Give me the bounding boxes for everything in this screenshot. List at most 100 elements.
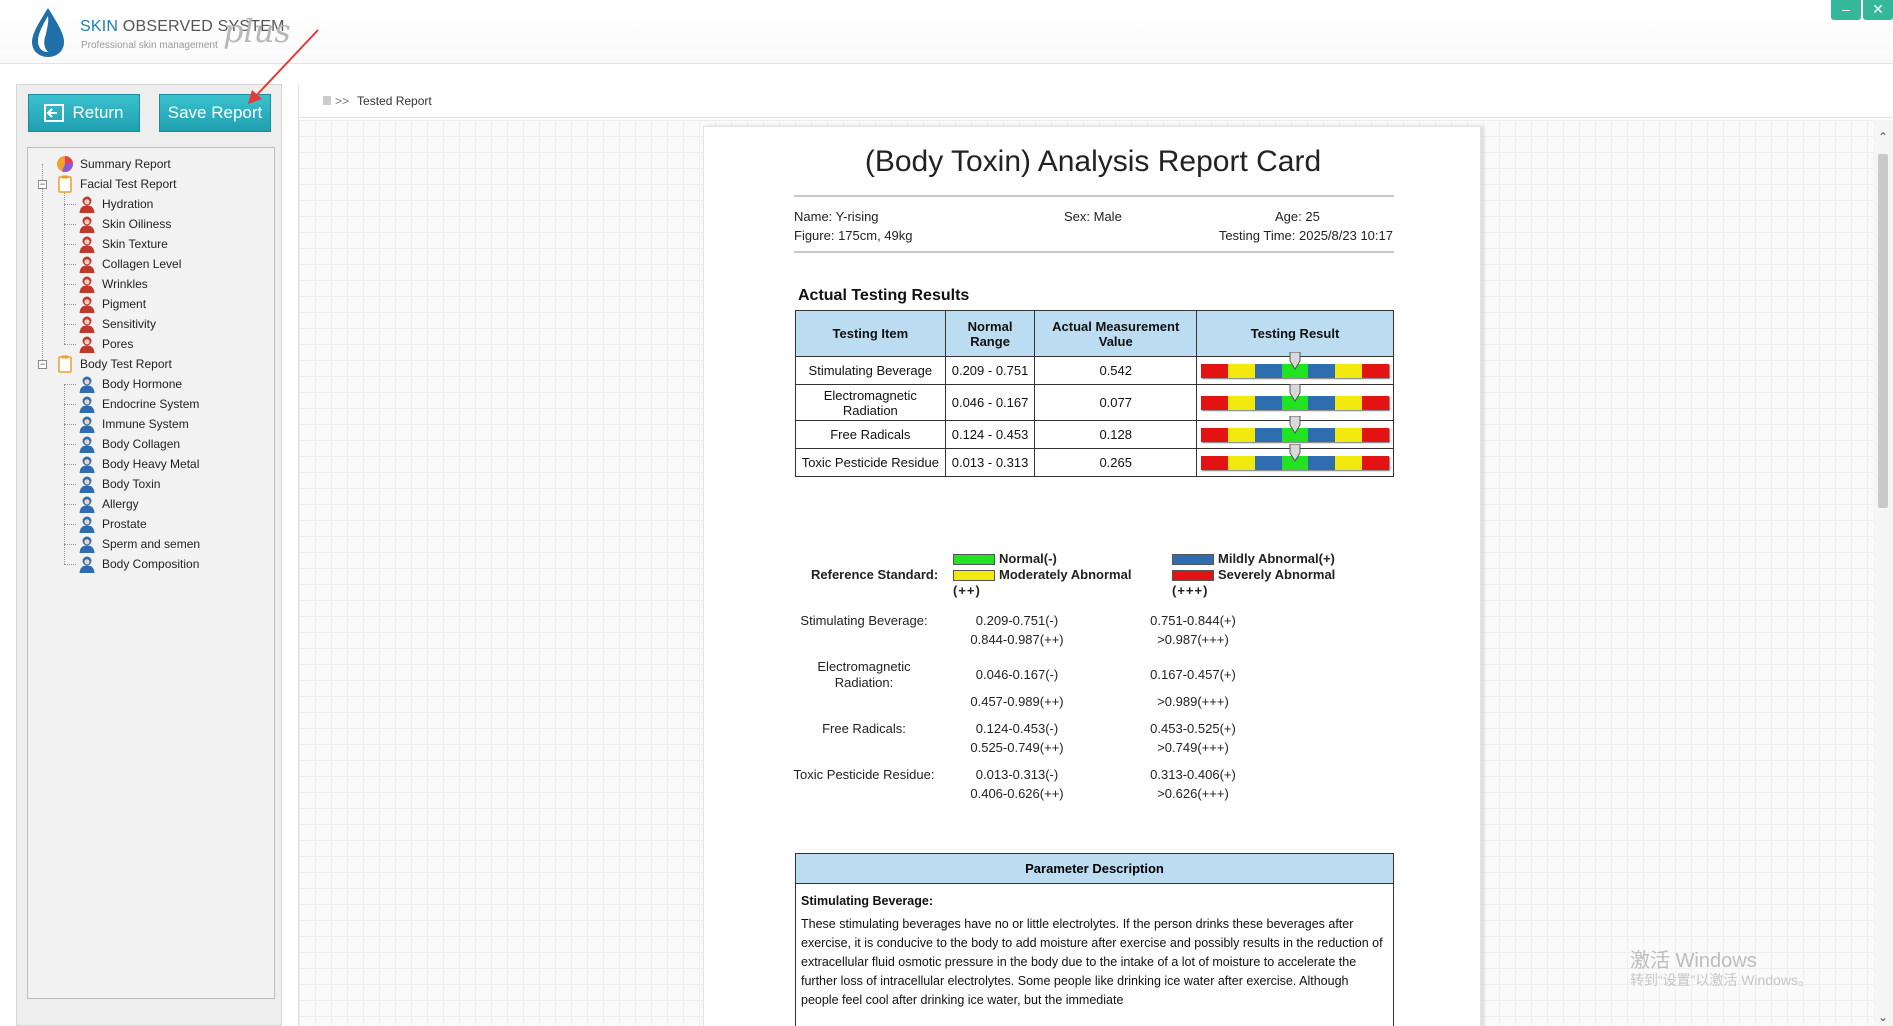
cell-testing-item: Toxic Pesticide Residue [795, 448, 946, 477]
tree-label: Collagen Level [102, 257, 182, 271]
legend-normal-label: Normal(-) [999, 551, 1057, 566]
tree-item[interactable]: Body Heavy Metal [78, 454, 199, 474]
person-icon [79, 256, 95, 273]
cell-measurement-value: 0.128 [1034, 420, 1197, 449]
tree-item[interactable]: Allergy [78, 494, 139, 514]
cell-testing-result [1196, 351, 1394, 385]
tree-item[interactable]: Pigment [78, 294, 146, 314]
breadcrumb-label: Tested Report [357, 93, 432, 108]
tree-connector [64, 304, 76, 305]
tree-connector [64, 484, 76, 485]
tree-label: Endocrine System [102, 397, 200, 411]
cell-normal-range: 0.013 - 0.313 [944, 448, 1036, 477]
report-tree: − − Summary Report Facial Test Report Hy… [27, 147, 275, 999]
legend-mild-swatch [1172, 554, 1214, 566]
gauge-segment [1308, 427, 1336, 442]
result-gauge [1201, 351, 1390, 378]
gauge-segment [1308, 455, 1336, 470]
tree-item[interactable]: Wrinkles [78, 274, 148, 294]
tree-item[interactable]: Pores [78, 334, 133, 354]
tree-item[interactable]: Body Hormone [78, 374, 182, 394]
table-row: Electromagnetic Radiation 0.046 - 0.167 … [795, 383, 1394, 421]
clipboard-icon [58, 175, 72, 193]
scroll-up-icon[interactable]: ⌃ [1876, 130, 1890, 144]
report-title: (Body Toxin) Analysis Report Card [864, 145, 1322, 178]
return-icon [44, 104, 65, 122]
cell-normal-range: 0.124 - 0.453 [944, 420, 1036, 449]
reference-mild: 0.453-0.525(+) [1150, 721, 1236, 736]
scroll-down-icon[interactable]: ⌄ [1876, 1010, 1890, 1024]
reference-mild: 0.167-0.457(+) [1150, 667, 1236, 682]
gauge-segment [1227, 363, 1255, 378]
gauge-segment [1201, 427, 1228, 442]
tree-item[interactable]: Endocrine System [78, 394, 199, 414]
tree-item[interactable]: Sperm and semen [78, 534, 200, 554]
person-icon [79, 276, 95, 293]
tree-item[interactable]: Sensitivity [78, 314, 156, 334]
page-icon [323, 96, 331, 105]
minimize-button[interactable]: – [1831, 0, 1861, 20]
legend-moderate: Moderately Abnormal [953, 567, 1131, 582]
tree-item[interactable]: Body Collagen [78, 434, 180, 454]
tree-item[interactable]: Skin Texture [78, 234, 168, 254]
tree-label: Prostate [102, 517, 147, 531]
scroll-thumb[interactable] [1878, 154, 1888, 508]
tree-connector [64, 544, 76, 545]
close-button[interactable]: ✕ [1863, 0, 1893, 20]
legend-moderate-swatch [953, 570, 995, 582]
tree-label: Hydration [102, 197, 154, 211]
reference-moderate: 0.525-0.749(++) [970, 740, 1064, 755]
tree-item[interactable]: Prostate [78, 514, 147, 534]
pie-chart-icon [57, 156, 74, 173]
logo-drop-icon [32, 8, 64, 57]
parameter-subtitle: Stimulating Beverage: [801, 894, 933, 908]
reference-mild: 0.751-0.844(+) [1150, 613, 1236, 628]
left-panel: Return Save Report − − Summary Report Fa… [16, 84, 282, 1026]
tree-connector [64, 384, 76, 385]
gauge-segment [1227, 427, 1255, 442]
person-icon [79, 456, 95, 473]
gauge-segment [1227, 395, 1255, 410]
activation-watermark-title: 激活 Windows [1630, 950, 1757, 972]
gauge-segment [1335, 455, 1363, 470]
table-row: Free Radicals 0.124 - 0.453 0.128 [795, 415, 1394, 449]
tree-connector [42, 164, 43, 364]
tree-item[interactable]: Skin Oiliness [78, 214, 171, 234]
tree-label: Facial Test Report [80, 177, 177, 191]
tree-item[interactable]: Body Toxin [78, 474, 160, 494]
report-viewer[interactable]: (Body Toxin) Analysis Report Card Name: … [299, 120, 1874, 1026]
legend-normal-swatch [953, 554, 995, 566]
breadcrumb: >> Tested Report [299, 84, 1893, 118]
table-row: Toxic Pesticide Residue 0.013 - 0.313 0.… [795, 443, 1394, 477]
gauge-segment [1362, 455, 1390, 470]
reference-normal: 0.124-0.453(-) [975, 721, 1059, 736]
tree-connector [64, 264, 76, 265]
tree-item[interactable]: Hydration [78, 194, 153, 214]
return-button[interactable]: Return [28, 94, 140, 132]
header-testing-item: Testing Item [795, 310, 946, 357]
testing-time: Testing Time: 2025/8/23 10:17 [1218, 228, 1393, 243]
save-report-button[interactable]: Save Report [159, 94, 271, 132]
person-icon [79, 396, 95, 413]
vertical-scrollbar[interactable]: ⌃ ⌄ [1873, 120, 1893, 1026]
body-expander[interactable]: − [38, 360, 47, 369]
app-window: SKIN OBSERVED SYSTEM Professional skin m… [0, 0, 1893, 1026]
section-title: Actual Testing Results [798, 287, 970, 304]
person-icon [79, 316, 95, 333]
tree-item[interactable]: Immune System [78, 414, 189, 434]
gauge-segment [1254, 427, 1282, 442]
tree-item-summary[interactable]: Summary Report [56, 154, 171, 174]
report-card: (Body Toxin) Analysis Report Card Name: … [703, 126, 1481, 1026]
tree-item-body[interactable]: Body Test Report [56, 354, 172, 374]
tree-connector [64, 324, 76, 325]
tree-connector [64, 564, 76, 565]
tree-item-facial[interactable]: Facial Test Report [56, 174, 177, 194]
tree-item[interactable]: Body Composition [78, 554, 199, 574]
reference-severe: >0.989(+++) [1157, 694, 1229, 709]
gauge-segment [1227, 455, 1255, 470]
person-icon [79, 296, 95, 313]
legend-severe: Severely Abnormal [1172, 567, 1335, 582]
facial-expander[interactable]: − [38, 180, 47, 189]
tree-item[interactable]: Collagen Level [78, 254, 181, 274]
cell-testing-item: Electromagnetic Radiation [795, 384, 946, 421]
